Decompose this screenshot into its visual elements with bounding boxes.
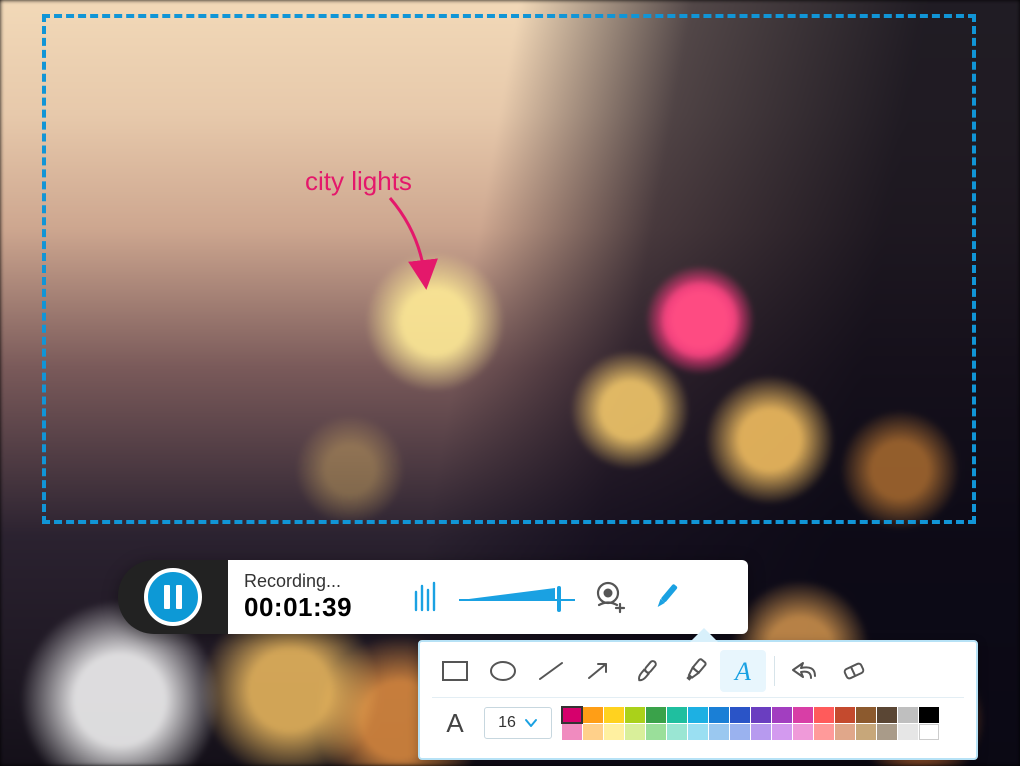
color-swatch[interactable] — [625, 724, 645, 740]
font-size-select[interactable]: 16 — [484, 707, 552, 739]
font-preview-icon: A — [440, 709, 470, 737]
recording-status-label: Recording... — [244, 571, 394, 592]
color-swatch[interactable] — [772, 724, 792, 740]
color-swatch[interactable] — [919, 724, 939, 740]
arrow-icon — [584, 659, 614, 683]
eraser-icon — [839, 659, 869, 683]
audio-level-button[interactable] — [402, 573, 450, 621]
color-swatch[interactable] — [814, 707, 834, 723]
brush-tool[interactable] — [624, 650, 670, 692]
color-swatch[interactable] — [877, 724, 897, 740]
color-swatch[interactable] — [667, 724, 687, 740]
color-swatch[interactable] — [772, 707, 792, 723]
color-swatch[interactable] — [793, 707, 813, 723]
color-swatch[interactable] — [835, 724, 855, 740]
pause-icon — [176, 585, 182, 609]
eraser-button[interactable] — [831, 650, 877, 692]
highlighter-tool[interactable] — [672, 650, 718, 692]
draw-tools-button[interactable] — [642, 573, 690, 621]
svg-text:A: A — [446, 709, 464, 737]
recording-toolbar-main: Recording... 00:01:39 — [228, 560, 748, 634]
audio-level-icon — [412, 580, 440, 614]
text-tool[interactable]: A — [720, 650, 766, 692]
pause-button[interactable] — [144, 568, 202, 626]
ellipse-tool[interactable] — [480, 650, 526, 692]
pencil-icon — [650, 580, 682, 614]
color-swatch[interactable] — [646, 724, 666, 740]
recording-status: Recording... 00:01:39 — [244, 571, 394, 623]
pause-icon — [164, 585, 170, 609]
volume-slider[interactable] — [458, 573, 578, 621]
chevron-down-icon — [524, 718, 538, 728]
webcam-add-icon — [593, 580, 627, 614]
color-swatch[interactable] — [751, 724, 771, 740]
color-swatch[interactable] — [856, 724, 876, 740]
annotation-tool-row: A — [432, 648, 964, 698]
color-swatch[interactable] — [688, 707, 708, 723]
color-swatch[interactable] — [751, 707, 771, 723]
highlighter-icon — [680, 658, 710, 684]
color-swatch[interactable] — [730, 724, 750, 740]
color-swatch[interactable] — [562, 724, 582, 740]
font-size-value: 16 — [498, 714, 516, 732]
color-palette — [562, 707, 939, 740]
color-swatch[interactable] — [625, 707, 645, 723]
annotation-text[interactable]: city lights — [305, 166, 412, 197]
arrow-tool[interactable] — [576, 650, 622, 692]
color-swatch[interactable] — [814, 724, 834, 740]
color-swatch[interactable] — [604, 724, 624, 740]
line-tool[interactable] — [528, 650, 574, 692]
undo-button[interactable] — [783, 650, 829, 692]
recording-toolbar-dark — [118, 560, 228, 634]
color-swatch[interactable] — [667, 707, 687, 723]
color-swatch[interactable] — [835, 707, 855, 723]
circle-icon — [488, 659, 518, 683]
color-swatch[interactable] — [898, 707, 918, 723]
annotation-panel: A A 16 — [418, 640, 978, 760]
color-swatch[interactable] — [919, 707, 939, 723]
color-swatch[interactable] — [793, 724, 813, 740]
font-preview: A — [432, 702, 478, 744]
rectangle-tool[interactable] — [432, 650, 478, 692]
line-icon — [536, 659, 566, 683]
color-swatch[interactable] — [562, 707, 582, 723]
color-swatch[interactable] — [709, 724, 729, 740]
annotation-style-row: A 16 — [432, 698, 964, 748]
color-swatch[interactable] — [646, 707, 666, 723]
color-swatch[interactable] — [730, 707, 750, 723]
square-icon — [440, 659, 470, 683]
webcam-button[interactable] — [586, 573, 634, 621]
color-swatch[interactable] — [709, 707, 729, 723]
recording-toolbar: Recording... 00:01:39 — [118, 560, 748, 634]
svg-text:A: A — [733, 658, 751, 684]
undo-icon — [791, 659, 821, 683]
text-icon: A — [728, 658, 758, 684]
color-swatch[interactable] — [688, 724, 708, 740]
color-swatch[interactable] — [604, 707, 624, 723]
color-swatch[interactable] — [856, 707, 876, 723]
color-swatch[interactable] — [583, 707, 603, 723]
volume-slider-icon — [459, 582, 577, 612]
color-swatch[interactable] — [583, 724, 603, 740]
panel-pointer — [690, 628, 718, 642]
brush-icon — [632, 658, 662, 684]
color-swatch[interactable] — [877, 707, 897, 723]
divider — [774, 656, 775, 686]
recording-elapsed-time: 00:01:39 — [244, 592, 394, 623]
color-swatch[interactable] — [898, 724, 918, 740]
